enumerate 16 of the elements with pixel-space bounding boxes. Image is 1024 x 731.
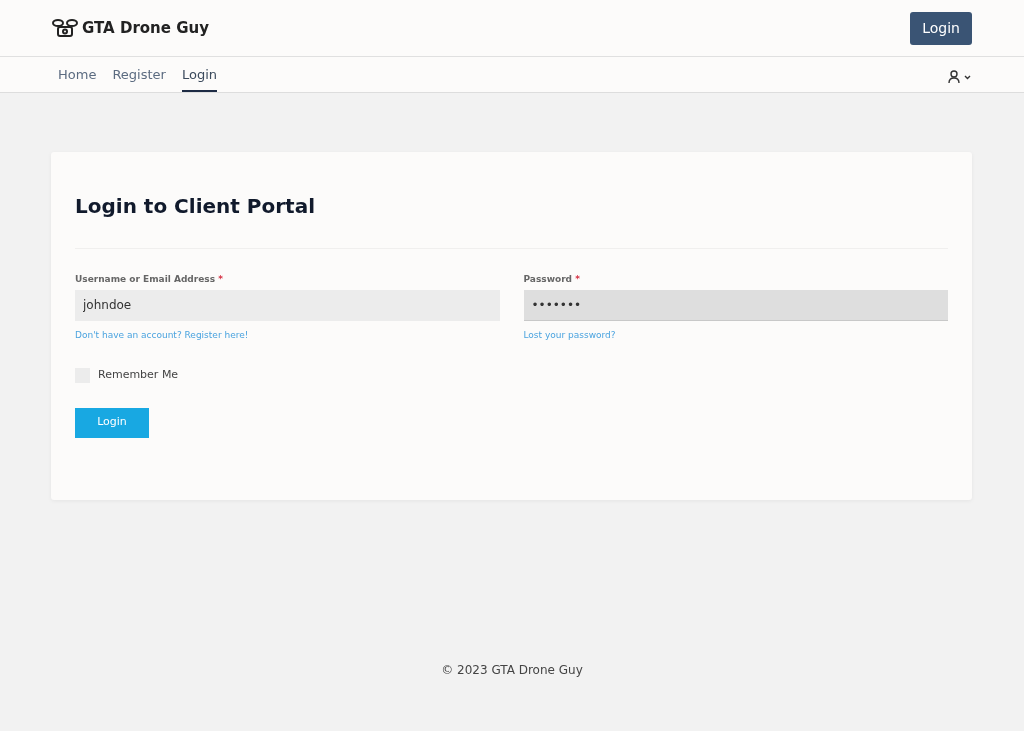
- field-label: Username or Email Address *: [75, 273, 224, 286]
- nav-link[interactable]: Login: [181, 56, 217, 92]
- nav-link[interactable]: Home: [58, 56, 97, 92]
- page-title: Login to Client Portal: [75, 194, 316, 218]
- input-field[interactable]: •••••••: [523, 289, 948, 321]
- field-label: Password *: [523, 273, 581, 286]
- input-field[interactable]: johndoe: [75, 289, 500, 321]
- login-button[interactable]: Login: [910, 11, 972, 45]
- help-link[interactable]: Lost your password?: [523, 329, 616, 340]
- brand-name: GTA Drone Guy: [82, 17, 209, 39]
- remember-me-label: Remember Me: [98, 367, 179, 383]
- help-link[interactable]: Don't have an account? Register here!: [75, 329, 249, 340]
- copyright-text: © 2023 GTA Drone Guy: [441, 662, 583, 679]
- drone-icon: [52, 18, 78, 38]
- nav-link[interactable]: Register: [112, 56, 166, 92]
- user-menu-icon[interactable]: [948, 70, 972, 84]
